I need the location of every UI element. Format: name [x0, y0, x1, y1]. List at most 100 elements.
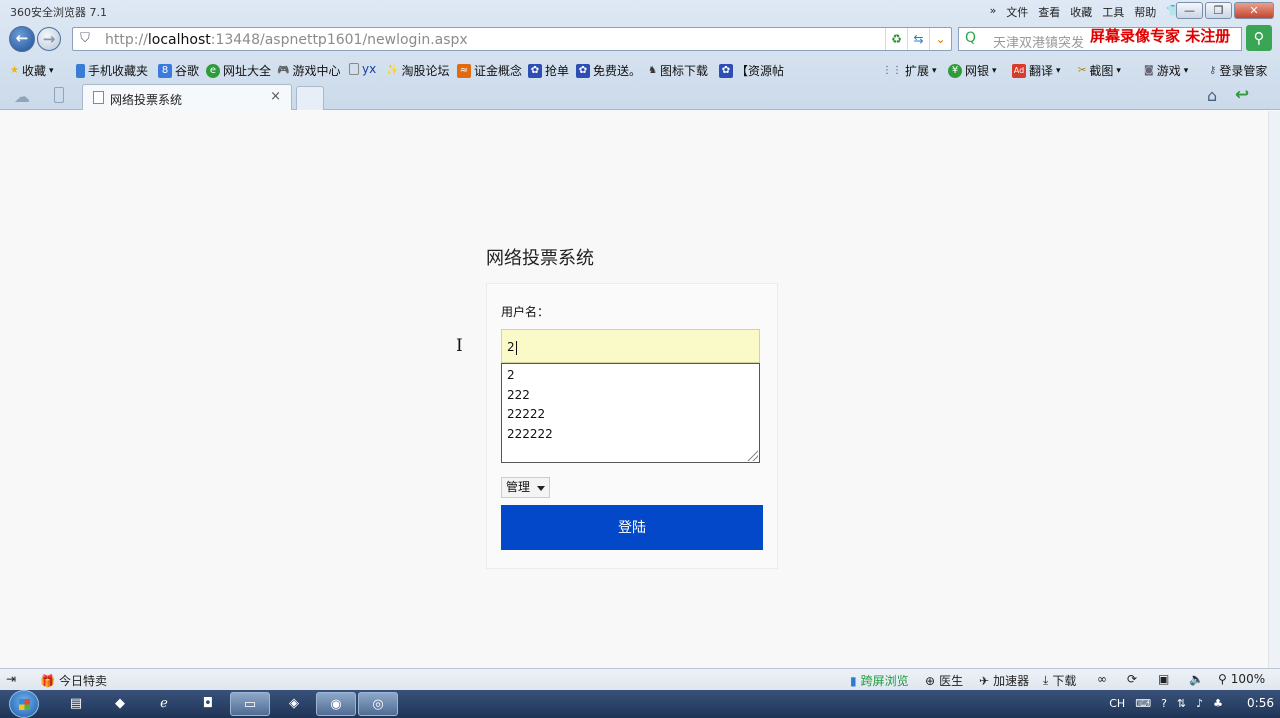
- autocomplete-item[interactable]: 22222: [507, 405, 754, 425]
- search-icon: Q: [965, 30, 977, 46]
- page-title: 网络投票系统: [486, 248, 594, 269]
- search-placeholder: 天津双港镇突发: [993, 36, 1085, 51]
- gamepad-icon: ◙: [1144, 64, 1154, 76]
- menu-view[interactable]: 查看: [1038, 4, 1060, 20]
- app-title: 360安全浏览器 7.1: [10, 6, 107, 19]
- login-button[interactable]: 登陆: [501, 505, 763, 550]
- grid-icon: ⋮⋮: [882, 64, 902, 76]
- cloud-icon[interactable]: ☁: [14, 87, 30, 106]
- compat-mode-icon[interactable]: ⇆: [907, 28, 929, 50]
- gift-icon: 🎁: [40, 673, 55, 688]
- ebank-button[interactable]: ¥ 网银 ▾: [948, 62, 997, 79]
- address-dropdown-icon[interactable]: ⌄: [929, 28, 951, 50]
- back-button[interactable]: ←: [9, 26, 35, 52]
- os-taskbar: ▤ ◆ ℯ ◘ ▭ ◈ ◉ ◎ CH ⌨ ? ⇅ ♪ ♣ 0:56: [0, 690, 1280, 718]
- menu-favorites[interactable]: 收藏: [1070, 4, 1092, 20]
- accelerator-button[interactable]: ✈ 加速器: [979, 672, 1029, 689]
- address-bar[interactable]: ⛉ http://localhost:13448/aspnettp1601/ne…: [72, 27, 952, 51]
- tab-active[interactable]: 网络投票系统 ×: [82, 84, 292, 110]
- network-icon[interactable]: ⇅: [1177, 697, 1186, 710]
- fav-item[interactable]: ≈ 证金概念: [457, 62, 522, 79]
- autocomplete-item[interactable]: 222: [507, 386, 754, 406]
- phone-icon[interactable]: [54, 87, 64, 103]
- taskbar-app-360browser[interactable]: ◉: [316, 692, 356, 716]
- app-tray-icon[interactable]: ♣: [1213, 697, 1223, 710]
- games-button[interactable]: ◙ 游戏 ▾: [1144, 62, 1188, 79]
- fav-item[interactable]: ♞ 图标下载: [648, 62, 708, 79]
- screenshot-button[interactable]: ✂ 截图 ▾: [1078, 62, 1121, 79]
- refresh-icon[interactable]: ⟳: [1127, 672, 1137, 686]
- home-icon[interactable]: ⌂: [1207, 86, 1217, 105]
- menu-more[interactable]: »: [990, 4, 997, 20]
- menu-tools[interactable]: 工具: [1102, 4, 1124, 20]
- fav-item[interactable]: e 网址大全: [206, 62, 271, 79]
- doctor-button[interactable]: ⊕ 医生: [925, 672, 963, 689]
- page-icon: [349, 63, 359, 75]
- username-label: 用户名：: [501, 305, 550, 319]
- taskbar-app-ie[interactable]: ℯ: [144, 692, 184, 716]
- restore-button[interactable]: ❐: [1205, 2, 1232, 19]
- vertical-scrollbar[interactable]: [1268, 111, 1280, 668]
- autocomplete-list[interactable]: 2 222 22222 222222: [501, 363, 760, 463]
- paw-icon: ✿: [719, 63, 733, 78]
- autocomplete-item[interactable]: 222222: [507, 425, 754, 445]
- extensions-button[interactable]: ⋮⋮ 扩展 ▾: [882, 62, 937, 79]
- role-select[interactable]: 管理: [501, 477, 550, 498]
- translate-button[interactable]: Ad 翻译 ▾: [1012, 62, 1061, 79]
- text-cursor-icon: I: [456, 336, 463, 356]
- fav-item[interactable]: 🎮 游戏中心: [277, 62, 340, 79]
- fav-item[interactable]: 8 谷歌: [158, 62, 199, 79]
- volume-icon[interactable]: ♪: [1196, 697, 1203, 710]
- download-button[interactable]: ⤓ 下载: [1043, 672, 1076, 689]
- keyboard-icon[interactable]: ⌨: [1135, 697, 1151, 710]
- menu-file[interactable]: 文件: [1006, 4, 1028, 20]
- sidebar-toggle-icon[interactable]: ⇥: [6, 672, 16, 686]
- tab-bar: ☁ 网络投票系统 × ⌂ ↩: [0, 83, 1280, 110]
- taskbar-app-recorder[interactable]: ◎: [358, 692, 398, 716]
- fav-item[interactable]: 手机收藏夹: [76, 62, 148, 79]
- start-button[interactable]: [9, 690, 39, 718]
- taskbar-app-green[interactable]: ◘: [188, 692, 228, 716]
- tab-close-icon[interactable]: ×: [270, 89, 281, 104]
- url-text[interactable]: http://localhost:13448/aspnettp1601/newl…: [105, 32, 468, 48]
- cross-screen-button[interactable]: ▮ 跨屏浏览: [850, 672, 909, 689]
- forward-button[interactable]: →: [37, 27, 61, 51]
- refresh-icon[interactable]: ♻: [885, 28, 907, 50]
- sparkle-icon: ✨: [386, 64, 399, 76]
- close-button[interactable]: ✕: [1234, 2, 1274, 19]
- paw-icon: ✿: [576, 63, 590, 78]
- menu-bar: » 文件 查看 收藏 工具 帮助 👕: [990, 4, 1180, 20]
- zoom-icon: ⚲: [1218, 672, 1227, 686]
- minimize-button[interactable]: —: [1176, 2, 1203, 19]
- autocomplete-item[interactable]: 2: [507, 366, 754, 386]
- link-icon[interactable]: ∞: [1097, 672, 1107, 686]
- language-indicator[interactable]: CH: [1109, 697, 1125, 710]
- fav-item[interactable]: ✿ 免费送。: [576, 62, 641, 79]
- login-manager-button[interactable]: ⚷ 登录管家: [1209, 62, 1267, 79]
- fav-item[interactable]: yx: [349, 62, 376, 76]
- daily-deals-link[interactable]: 🎁 今日特卖: [40, 672, 107, 689]
- key-icon: ⚷: [1209, 64, 1217, 76]
- new-tab-button[interactable]: [296, 86, 324, 110]
- sound-icon[interactable]: 🔈: [1189, 672, 1204, 686]
- taskbar-app-paint[interactable]: ◆: [100, 692, 140, 716]
- window-icon[interactable]: ▣: [1158, 672, 1169, 686]
- favorites-menu[interactable]: ★ 收藏 ▾: [10, 62, 54, 79]
- menu-help[interactable]: 帮助: [1134, 4, 1156, 20]
- shield-icon: ⛉: [80, 31, 90, 46]
- taskbar-app-document[interactable]: ▤: [56, 692, 96, 716]
- zoom-control[interactable]: ⚲ 100%: [1218, 672, 1265, 686]
- clock[interactable]: 0:56: [1247, 696, 1274, 710]
- taskbar-app-explorer[interactable]: ▭: [230, 692, 270, 716]
- user-account-icon[interactable]: ⚲: [1246, 25, 1272, 51]
- fav-item[interactable]: ✿ 抢单: [528, 62, 569, 79]
- yuan-icon: ¥: [948, 63, 962, 78]
- translate-icon: Ad: [1012, 63, 1026, 78]
- username-input[interactable]: 2: [501, 329, 760, 363]
- help-icon[interactable]: ?: [1161, 697, 1167, 710]
- taskbar-app-orange[interactable]: ◈: [274, 692, 314, 716]
- undo-close-icon[interactable]: ↩: [1235, 85, 1249, 105]
- fav-item[interactable]: ✿ 【资源帖: [719, 62, 784, 79]
- fav-item[interactable]: ✨ 淘股论坛: [386, 62, 449, 79]
- resize-grip-icon[interactable]: [746, 449, 758, 461]
